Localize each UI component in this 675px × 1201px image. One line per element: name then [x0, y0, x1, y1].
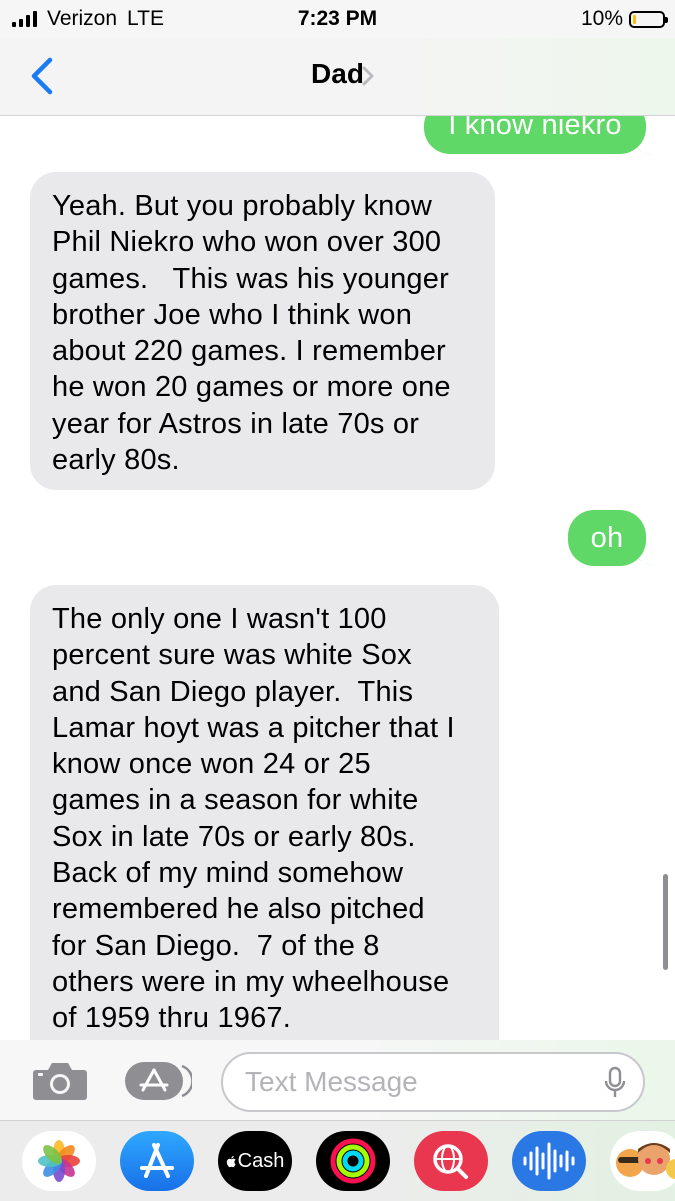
activity-rings-icon	[330, 1138, 376, 1184]
chevron-right-icon[interactable]	[360, 66, 376, 86]
message-line: brother Joe who I think won	[52, 298, 413, 331]
message-line: games in a season for white	[52, 784, 419, 817]
battery-percent: 10%	[580, 7, 623, 30]
incoming-message[interactable]: Yeah. But you probably know Phil Niekro …	[30, 172, 495, 490]
camera-button[interactable]	[32, 1060, 88, 1102]
app-store-icon	[125, 1062, 194, 1100]
message-line: Sox in late 70s or early 80s.	[52, 820, 416, 853]
compose-bar	[0, 1040, 675, 1120]
microphone-icon[interactable]	[603, 1066, 627, 1100]
app-drawer-button[interactable]	[124, 1061, 194, 1101]
scroll-indicator[interactable]	[663, 874, 668, 970]
message-line: about 220 games. I remember	[52, 335, 446, 368]
message-text: oh	[590, 522, 624, 554]
message-line: and San Diego player. This	[52, 675, 414, 708]
status-time: 7:23 PM	[297, 7, 378, 30]
app-apple-cash[interactable]: Cash	[218, 1131, 292, 1191]
message-thread[interactable]: I know niekro Yeah. But you probably kno…	[0, 116, 675, 1040]
app-audio[interactable]	[512, 1131, 586, 1191]
message-line: others were in my wheelhouse	[52, 965, 450, 998]
camera-icon	[33, 1063, 87, 1100]
bubble-tail	[632, 138, 656, 156]
incoming-message[interactable]: The only one I wasn't 100 percent sure w…	[30, 585, 499, 1040]
message-input-field[interactable]	[221, 1052, 645, 1112]
message-line: percent sure was white Sox	[52, 639, 412, 672]
imessage-app-drawer: Cash	[0, 1120, 675, 1201]
message-line: know once won 24 or 25	[52, 748, 371, 781]
message-text: I know niekro	[448, 116, 622, 141]
bubble-tail	[632, 548, 656, 566]
conversation-header: Dad	[0, 38, 675, 116]
battery-level	[633, 14, 636, 24]
status-bar: Verizon LTE 7:23 PM 10%	[0, 0, 675, 38]
outgoing-message[interactable]: I know niekro	[424, 116, 646, 154]
app-store-icon	[140, 1143, 174, 1178]
message-line: remembered he also pitched	[52, 893, 425, 926]
message-line: for San Diego. 7 of the 8	[52, 929, 380, 962]
message-line: Lamar hoyt was a pitcher that I	[52, 711, 455, 744]
app-web-search[interactable]	[414, 1131, 488, 1191]
message-line: The only one I wasn't 100	[52, 603, 387, 635]
message-line: of 1959 thru 1967.	[52, 1002, 292, 1035]
audio-waveform-icon	[523, 1142, 575, 1180]
message-line: Back of my mind somehow	[52, 857, 404, 890]
app-photos[interactable]	[22, 1131, 96, 1191]
app-memoji[interactable]	[610, 1131, 675, 1191]
memoji-icon	[616, 1143, 675, 1179]
message-line: he won 20 games or more one	[52, 371, 451, 404]
message-line: games. This was his younger	[52, 262, 449, 295]
message-line: Yeah. But you probably know	[52, 190, 432, 222]
bubble-tail	[20, 470, 44, 488]
contact-name[interactable]: Dad	[0, 58, 675, 90]
status-right: 10%	[580, 7, 668, 31]
message-line: Phil Niekro who won over 300	[52, 226, 442, 259]
message-line: early 80s.	[52, 444, 180, 477]
apple-logo-icon	[226, 1155, 236, 1167]
app-app-store[interactable]	[120, 1131, 194, 1191]
message-line: year for Astros in late 70s or	[52, 407, 420, 440]
photos-icon	[38, 1140, 80, 1182]
message-input[interactable]	[245, 1064, 575, 1100]
web-search-icon	[433, 1144, 468, 1179]
app-label: Cash	[237, 1149, 285, 1172]
battery-icon	[629, 10, 668, 28]
apple-cash-icon: Cash	[218, 1131, 292, 1191]
app-activity[interactable]	[316, 1131, 390, 1191]
